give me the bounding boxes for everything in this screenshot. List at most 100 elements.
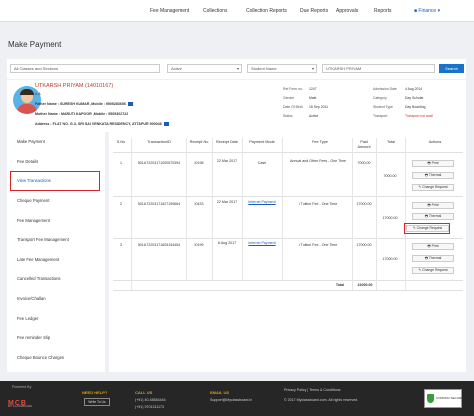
student-search-input[interactable]: UTKARSH PRIYAM: [322, 64, 435, 73]
finance-menu[interactable]: ■ Finance ▾: [414, 8, 440, 14]
nav-approvals[interactable]: Approvals: [336, 8, 358, 14]
write-to-us-button[interactable]: Write To Us: [84, 398, 110, 406]
address-text: Address : FLAT NO. G-3, SRI SAI VENKATA …: [35, 122, 162, 126]
transport-value: Transport not avail: [405, 114, 433, 118]
print-button[interactable]: 🖶 Print: [412, 243, 454, 250]
status-value: Active: [309, 114, 319, 118]
col-paid-amount: Paid Amount: [357, 140, 371, 149]
divider: [212, 138, 213, 280]
change-request-button[interactable]: ✎ Change Request: [412, 184, 454, 191]
divider: [405, 138, 406, 290]
cell-receipt-date: 22 Mar 2017: [216, 159, 238, 163]
search-type-select[interactable]: Student Name ▾: [247, 64, 317, 73]
sidebar-item-fee-reminder[interactable]: Fee reminder Slip: [7, 332, 105, 344]
brand-sub: MY CLASSBOARD: [8, 404, 33, 408]
email-link[interactable]: Support@Myclassboard.in: [210, 398, 252, 402]
divider: [186, 138, 187, 280]
student-name[interactable]: UTKARSH PRIYAM (14010167): [35, 83, 113, 89]
cell-paid-amount: 17000.00: [356, 202, 372, 206]
cell-transaction-id: 501A72203171627159664: [137, 202, 181, 206]
thermal-button[interactable]: 🖶 Thermal: [412, 255, 454, 262]
status-select[interactable]: Active ▾: [167, 64, 242, 73]
print-button[interactable]: 🖶 Print: [412, 202, 454, 209]
col-fee-type: Fee Type: [312, 140, 328, 144]
cell-sno: 1: [120, 161, 122, 165]
page-title: Make Payment: [8, 40, 62, 49]
sidebar-item-fee-management[interactable]: Fee Management: [7, 215, 105, 227]
student-profile: UTKARSH PRIYAM (14010167) II-A Father Na…: [7, 80, 466, 132]
highlight-box: [10, 171, 100, 191]
phone-2: (+91) 9701311173: [135, 405, 164, 409]
cell-payment-mode[interactable]: Internet Payment: [246, 241, 278, 246]
cell-receipt-no: I0198: [194, 161, 204, 165]
phone-1: (+91) 40-48584444: [135, 398, 166, 402]
powered-by: Powered By: [12, 385, 32, 389]
col-sno: S.No: [116, 140, 126, 144]
nav-fee-management[interactable]: Fee Management: [150, 8, 189, 14]
divider: [131, 138, 132, 290]
divider: [113, 280, 463, 281]
col-transaction-id: TransactionID: [147, 140, 171, 144]
thermal-button[interactable]: 🖶 Thermal: [412, 172, 454, 179]
footer-links[interactable]: Privacy Policy | Terms & Conditions: [284, 388, 340, 392]
sidebar-item-cancelled[interactable]: Cancelled Transactions: [7, 273, 105, 285]
student-type-value: Day Boarding: [405, 105, 426, 109]
refform-value: 1247: [309, 87, 317, 91]
thermal-button[interactable]: 🖶 Thermal: [412, 213, 454, 220]
col-payment-mode: Payment Mode: [249, 140, 275, 144]
highlight-box: [404, 223, 450, 234]
finance-label: Finance: [418, 8, 437, 14]
change-request-label: Change Request: [422, 185, 448, 189]
nav-reports[interactable]: Reports: [374, 8, 392, 14]
sidebar-item-cheque-payment[interactable]: Cheque Payment: [7, 195, 105, 207]
print-button[interactable]: 🖶 Print: [412, 160, 454, 167]
footer: Powered By MCB MY CLASSBOARD NEED HELP? …: [0, 381, 474, 416]
sidebar-item-fee-ledger[interactable]: Fee Ledger: [7, 313, 105, 325]
admission-value: 4 Aug 2014: [405, 87, 423, 91]
edit-icon[interactable]: [127, 102, 133, 107]
thermal-label: Thermal: [428, 214, 442, 218]
cell-total: 17000.00: [382, 216, 398, 220]
nav-due-reports[interactable]: Due Reports: [300, 8, 328, 14]
sidebar-item-fee-details[interactable]: Fee Details: [7, 156, 105, 168]
nav-collections[interactable]: Collections: [203, 8, 227, 14]
divider: [113, 152, 463, 153]
mother-info: Mother Name : MARUTI KAPOOR ,Mobile : 95…: [35, 112, 128, 116]
sidebar: Make Payment Fee Details View Transactio…: [7, 132, 105, 372]
search-button[interactable]: Search: [439, 64, 464, 73]
chevron-down-icon: ▾: [236, 66, 239, 71]
category-label: Category: [373, 96, 387, 100]
brand-logo: MCB: [8, 392, 36, 407]
divider: [113, 196, 463, 197]
total-label: Total: [335, 283, 345, 287]
gender-label: Gender: [283, 96, 295, 100]
shield-icon: [427, 394, 434, 403]
mother-text: Mother Name : MARUTI KAPOOR ,Mobile : 95…: [35, 112, 129, 116]
sidebar-item-cheque-bounce[interactable]: Cheque Bounce Charges: [7, 352, 105, 364]
cell-payment-mode[interactable]: Internet Payment: [246, 200, 278, 205]
cell-total: 7000.00: [383, 174, 397, 178]
edit-icon[interactable]: [163, 122, 169, 127]
email-heading: EMAIL US: [210, 390, 230, 395]
print-label: Print: [431, 244, 439, 248]
sidebar-item-make-payment[interactable]: Make Payment: [7, 136, 105, 148]
dob-label: Date Of Birth: [283, 105, 303, 109]
cell-fee-type: I Tuition Fee - One Time: [298, 243, 338, 247]
nav-collection-reports[interactable]: Collection Reports: [246, 8, 287, 14]
change-request-button[interactable]: ✎ Change Request: [412, 267, 454, 274]
copyright: © 2017 Myclassboard.com. All rights rese…: [284, 398, 359, 402]
class-select[interactable]: All Classes and Sections: [10, 64, 160, 73]
secure-badge: COMODO SECURE: [424, 389, 463, 408]
cell-transaction-id: 501A72203171605154454: [137, 243, 181, 247]
cell-sno: 3: [120, 243, 122, 247]
sidebar-item-invoice[interactable]: Invoice/Challan: [7, 293, 105, 305]
student-search-value: UTKARSH PRIYAM: [326, 66, 362, 71]
sidebar-item-late-fee[interactable]: Late Fee Management: [7, 254, 105, 266]
cell-sno: 2: [120, 202, 122, 206]
cell-receipt-no: I0433: [194, 202, 204, 206]
col-actions: Actions: [428, 140, 442, 144]
category-value: Day Scholar: [405, 96, 424, 100]
write-to-us-label: Write To Us: [88, 400, 106, 404]
cell-payment-mode: Cash: [257, 161, 267, 165]
sidebar-item-transport-fee[interactable]: Transport Fee Management: [7, 234, 105, 246]
